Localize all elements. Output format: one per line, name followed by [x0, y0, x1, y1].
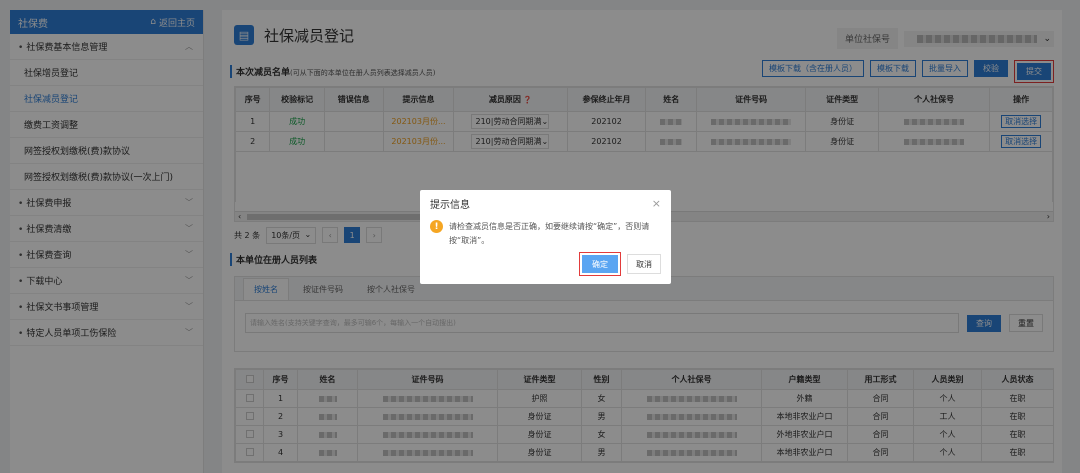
dialog-header: 提示信息 ×: [420, 190, 671, 216]
dialog-footer: 确定 取消: [579, 252, 661, 276]
confirm-button[interactable]: 确定: [582, 255, 618, 273]
close-icon[interactable]: ×: [652, 197, 661, 210]
dialog-title: 提示信息: [430, 199, 470, 211]
dialog-body: ! 请检查减员信息是否正确，如要继续请按“确定”，否则请按“取消”。: [420, 216, 671, 248]
cancel-button[interactable]: 取消: [627, 254, 661, 274]
confirm-highlight: 确定: [579, 252, 621, 276]
dialog-message: 请检查减员信息是否正确，如要继续请按“确定”，否则请按“取消”。: [449, 222, 650, 245]
confirm-dialog: 提示信息 × ! 请检查减员信息是否正确，如要继续请按“确定”，否则请按“取消”…: [420, 190, 671, 284]
warning-icon: !: [430, 220, 443, 233]
